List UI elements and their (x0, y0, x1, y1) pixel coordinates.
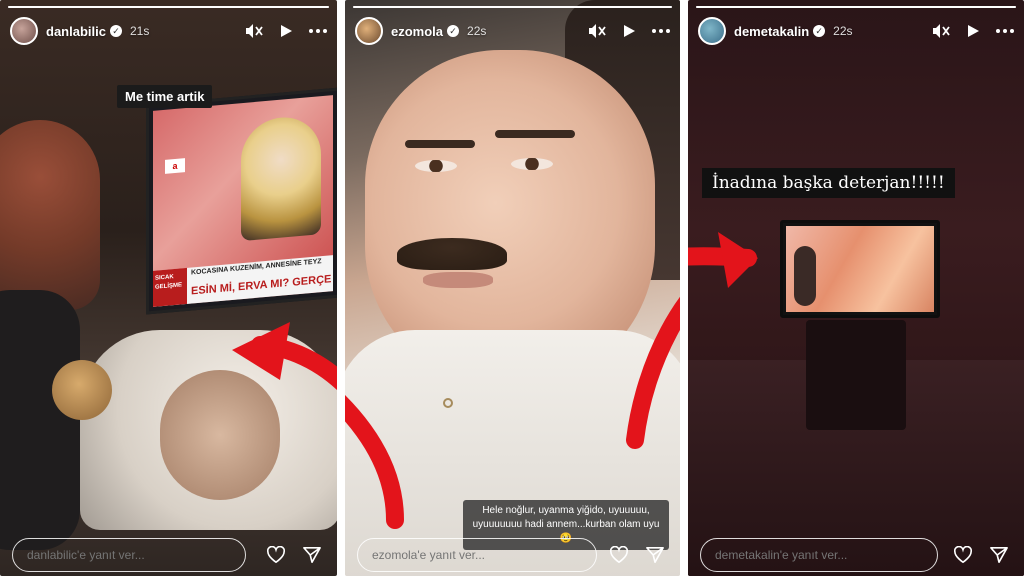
reply-input[interactable] (357, 538, 597, 572)
eyebrow-right (495, 130, 575, 138)
tv-news-band: SICAK GELİŞME KOCASINA KUZENİM, ANNESİNE… (153, 255, 333, 307)
story-progress-bar (8, 6, 329, 8)
reply-input[interactable] (12, 538, 246, 572)
tv-stand (806, 320, 906, 430)
story-header: demetakalin ✓ 22s (698, 14, 1014, 48)
hand (160, 370, 280, 500)
story-panel-ezomola[interactable]: Hele noğlur, uyanma yiğido, uyuuuuu, uyu… (345, 0, 680, 576)
dog (52, 360, 112, 420)
eye-left (415, 160, 457, 172)
heart-icon[interactable] (610, 546, 628, 564)
necklace (443, 398, 453, 408)
avatar[interactable] (355, 17, 383, 45)
send-icon[interactable] (990, 546, 1008, 564)
username[interactable]: danlabilic (46, 24, 106, 39)
send-icon[interactable] (303, 546, 321, 564)
play-icon[interactable] (964, 22, 982, 40)
story-time: 22s (467, 24, 487, 38)
story-footer (12, 538, 325, 572)
channel-logo: a (165, 158, 185, 174)
username[interactable]: demetakalin (734, 24, 809, 39)
speaker-muted-icon[interactable] (932, 22, 950, 40)
tv-screen: a SICAK GELİŞME KOCASINA KUZENİM, ANNESİ… (146, 87, 337, 315)
heart-icon[interactable] (954, 546, 972, 564)
verified-badge-icon: ✓ (109, 25, 122, 37)
story-footer (357, 538, 668, 572)
story-progress-bar (353, 6, 672, 8)
speaker-muted-icon[interactable] (245, 22, 263, 40)
story-header: ezomola ✓ 22s (355, 14, 670, 48)
tv-host (241, 114, 321, 242)
avatar[interactable] (698, 17, 726, 45)
verified-badge-icon: ✓ (813, 25, 826, 37)
reply-input[interactable] (700, 538, 938, 572)
tv-person (794, 246, 816, 306)
tv-breaking-label: SICAK GELİŞME (153, 267, 187, 307)
more-icon[interactable] (309, 22, 327, 40)
username[interactable]: ezomola (391, 24, 443, 39)
lips (423, 272, 493, 288)
story-panel-danlabilic[interactable]: a SICAK GELİŞME KOCASINA KUZENİM, ANNESİ… (0, 0, 337, 576)
story-header: danlabilic ✓ 21s (10, 14, 327, 48)
background-person-hair (0, 120, 100, 310)
speaker-muted-icon[interactable] (588, 22, 606, 40)
eyebrow-left (405, 140, 475, 148)
tv-headline-line1: KOCASINA KUZENİM, ANNESİNE TEYZ (191, 258, 322, 277)
send-icon[interactable] (646, 546, 664, 564)
story-footer (700, 538, 1012, 572)
more-icon[interactable] (996, 22, 1014, 40)
heart-icon[interactable] (267, 546, 285, 564)
story-caption: Me time artik (117, 85, 213, 108)
story-time: 21s (129, 24, 150, 38)
background-person-body (0, 290, 80, 550)
more-icon[interactable] (652, 22, 670, 40)
tv-screen (780, 220, 940, 318)
verified-badge-icon: ✓ (447, 25, 460, 37)
tv-headline-line2: ESİN Mİ, ERVA MI? GERÇE (191, 273, 332, 298)
story-time: 22s (833, 24, 853, 38)
play-icon[interactable] (277, 22, 295, 40)
story-panel-demetakalin[interactable]: İnadına başka deterjan!!!!! demetakalin … (688, 0, 1024, 576)
story-caption: İnadına başka deterjan!!!!! (702, 168, 955, 198)
fake-mustache (397, 238, 507, 270)
avatar[interactable] (10, 17, 38, 45)
eye-right (511, 158, 553, 170)
play-icon[interactable] (620, 22, 638, 40)
story-progress-bar (696, 6, 1016, 8)
